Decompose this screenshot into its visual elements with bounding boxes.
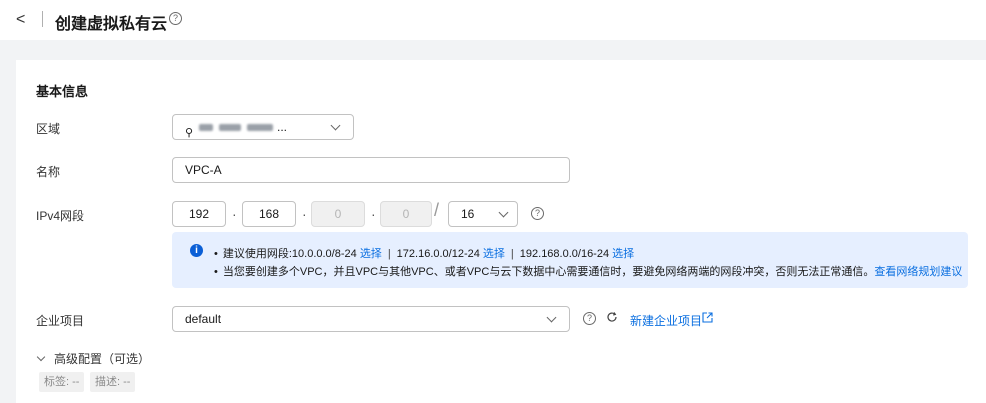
enterprise-project-label: 企业项目 bbox=[36, 314, 85, 328]
location-pin-icon: ⚲ bbox=[185, 127, 194, 139]
advanced-settings-toggle[interactable]: 高级配置（可选） bbox=[36, 350, 150, 367]
select-range-2-link[interactable]: 选择 bbox=[483, 248, 505, 260]
pipe-separator: | bbox=[387, 248, 391, 260]
suggested-range-2: 172.16.0.0/12-24 bbox=[396, 248, 480, 260]
region-text-blurred bbox=[199, 124, 213, 131]
chevron-down-icon bbox=[546, 312, 557, 323]
select-range-1-link[interactable]: 选择 bbox=[360, 248, 382, 260]
region-select[interactable]: ⚲ ... bbox=[172, 114, 354, 140]
suggested-range-3: 192.168.0.0/16-24 bbox=[519, 248, 610, 260]
ipv4-octet-3: 0 bbox=[311, 201, 365, 227]
region-text-blurred bbox=[247, 124, 273, 131]
help-circle-icon[interactable]: ? bbox=[169, 12, 182, 25]
new-enterprise-project-link[interactable]: 新建企业项目 bbox=[630, 312, 702, 329]
chevron-left-icon[interactable]: < bbox=[16, 11, 25, 29]
info-warning-text: 当您要创建多个VPC，并且VPC与其他VPC、或者VPC与云下数据中心需要通信时… bbox=[222, 266, 875, 278]
enterprise-project-value: default bbox=[185, 312, 222, 326]
chevron-down-icon bbox=[498, 207, 509, 218]
info-icon: i bbox=[190, 244, 203, 257]
enterprise-project-select[interactable]: default bbox=[172, 306, 570, 332]
bullet: • bbox=[214, 248, 218, 260]
name-label: 名称 bbox=[36, 165, 61, 179]
info-line-1: • 建议使用网段:10.0.0.0/8-24 选择 | 172.16.0.0/12-2… bbox=[214, 245, 634, 261]
help-circle-icon[interactable]: ? bbox=[531, 207, 544, 220]
header-divider bbox=[42, 11, 43, 27]
external-link-icon[interactable] bbox=[702, 312, 713, 323]
chevron-down-icon bbox=[330, 120, 341, 131]
ipv4-octet-1[interactable]: 192 bbox=[172, 201, 226, 227]
section-title: 基本信息 bbox=[36, 84, 89, 99]
info-alert: i • 建议使用网段:10.0.0.0/8-24 选择 | 172.16.0.0/12… bbox=[172, 232, 968, 288]
info-line-2: • 当您要创建多个VPC，并且VPC与其他VPC、或者VPC与云下数据中心需要通信… bbox=[214, 263, 962, 279]
ipv4-octet-4: 0 bbox=[380, 201, 432, 227]
pipe-separator: | bbox=[510, 248, 514, 260]
mask-slash: / bbox=[434, 200, 440, 220]
mask-value: 16 bbox=[461, 207, 475, 221]
octet-separator: · bbox=[232, 206, 237, 222]
bullet: • bbox=[214, 266, 218, 278]
ipv4-octet-2[interactable]: 168 bbox=[242, 201, 296, 227]
select-range-3-link[interactable]: 选择 bbox=[612, 248, 634, 260]
octet-separator: · bbox=[371, 206, 376, 222]
description-summary: 描述: -- bbox=[90, 372, 136, 392]
octet-separator: · bbox=[302, 206, 307, 222]
advanced-settings-label: 高级配置（可选） bbox=[54, 352, 151, 366]
region-label: 区域 bbox=[36, 122, 61, 136]
region-text-blurred bbox=[219, 124, 241, 131]
refresh-icon[interactable] bbox=[606, 311, 618, 323]
chevron-down-icon bbox=[36, 352, 46, 362]
name-input[interactable]: VPC-A bbox=[172, 157, 570, 183]
page-title: 创建虚拟私有云 bbox=[55, 16, 168, 33]
network-planning-link[interactable]: 查看网络规划建议 bbox=[874, 266, 962, 278]
suggested-range-1: 建议使用网段:10.0.0.0/8-24 bbox=[222, 248, 357, 260]
ipv4-label: IPv4网段 bbox=[36, 209, 85, 223]
tag-summary: 标签: -- bbox=[39, 372, 85, 392]
page-header: < 创建虚拟私有云 ? bbox=[0, 0, 986, 40]
help-circle-icon[interactable]: ? bbox=[583, 312, 596, 325]
region-ellipsis: ... bbox=[277, 120, 288, 134]
mask-select[interactable]: 16 bbox=[448, 201, 518, 227]
